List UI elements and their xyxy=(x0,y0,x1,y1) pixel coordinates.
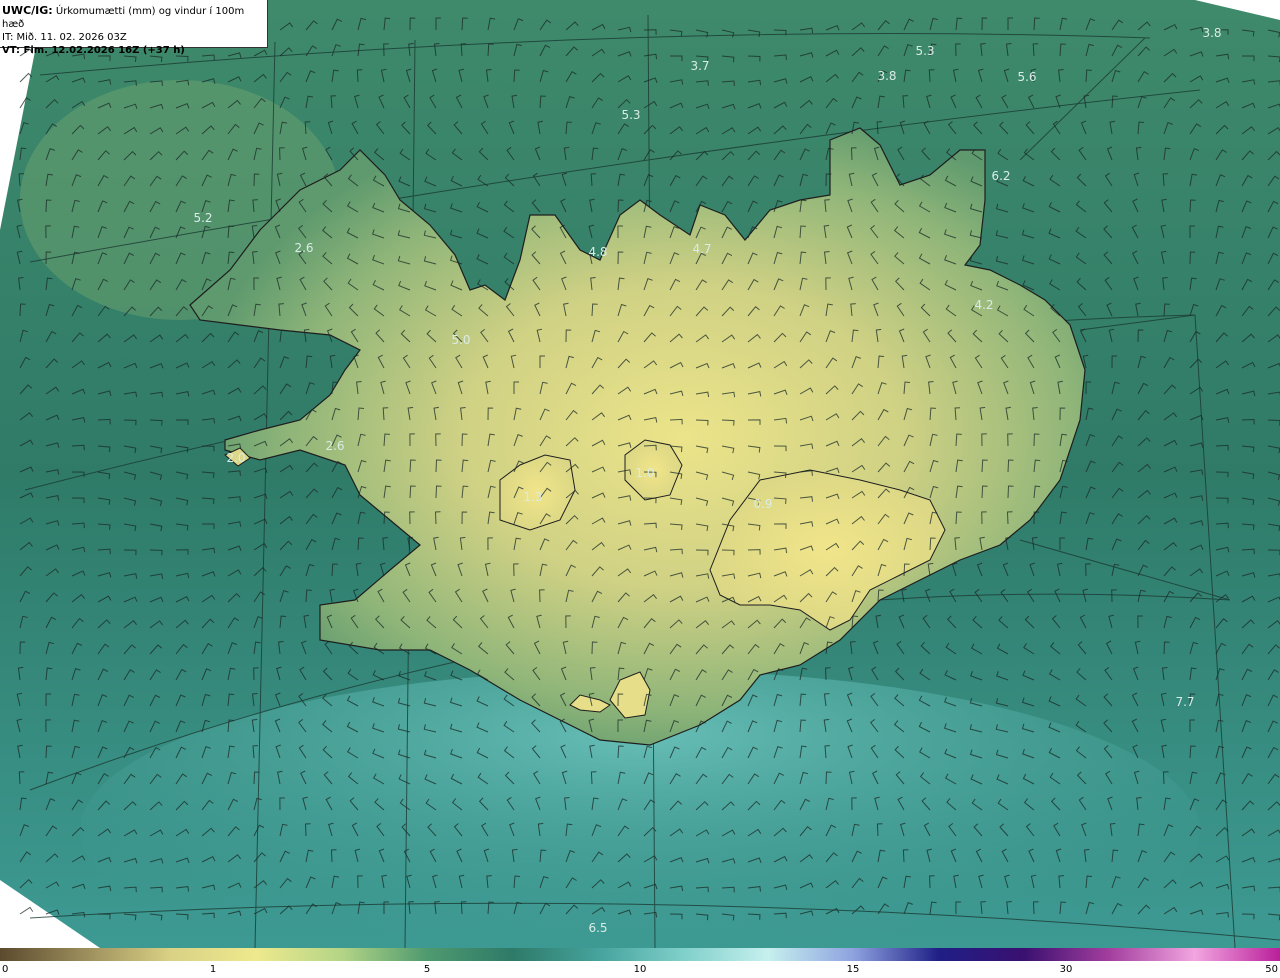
precip-value-label: 1.0 xyxy=(635,466,655,480)
colorbar-tick-label: 50 xyxy=(1265,964,1278,975)
precip-value-label: 4.8 xyxy=(588,245,608,259)
colorbar-tick-label: 15 xyxy=(846,964,860,975)
colorbar-tick-label: 0 xyxy=(2,964,9,975)
precip-value-label: 1.3 xyxy=(523,490,543,504)
precip-value-label: 6.2 xyxy=(991,169,1011,183)
header-prefix: UWC/IG: xyxy=(2,4,53,17)
precip-value-label: 2.0 xyxy=(226,451,246,465)
precip-value-label: 5.3 xyxy=(621,108,641,122)
colorbar-tick-label: 30 xyxy=(1059,964,1073,975)
precip-value-label: 6.5 xyxy=(588,921,608,935)
colorbar-tick-label: 5 xyxy=(423,964,431,975)
colorbar: 0 1 5 10 15 30 50 xyxy=(0,948,1280,978)
precip-value-label: 5.6 xyxy=(1017,70,1037,84)
precip-value-label: 7.7 xyxy=(1175,695,1195,709)
header-issue-time: IT: Mið. 11. 02. 2026 03Z xyxy=(2,32,127,43)
precip-value-label: 5.0 xyxy=(451,333,471,347)
precip-value-label: 4.2 xyxy=(974,298,994,312)
colorbar-gradient xyxy=(0,948,1280,961)
precip-value-label: 2.6 xyxy=(325,439,345,453)
precip-value-label: 5.2 xyxy=(193,211,213,225)
precip-value-label: 3.8 xyxy=(877,69,897,83)
precip-value-label: 0.9 xyxy=(753,497,773,511)
precip-value-label: 3.7 xyxy=(690,59,710,73)
colorbar-tick-label: 10 xyxy=(633,964,647,975)
precip-value-label: 2.6 xyxy=(294,241,314,255)
precip-value-label: 4.7 xyxy=(692,242,712,256)
header-valid-time: VT: Fim. 12.02.2026 16Z (+37 h) xyxy=(2,45,185,56)
precip-value-label: 3.8 xyxy=(1202,26,1222,40)
map-header: UWC/IG: Úrkomumætti (mm) og vindur í 100… xyxy=(0,0,268,56)
colorbar-tick-label: 1 xyxy=(209,964,217,975)
precip-value-label: 5.3 xyxy=(915,44,935,58)
